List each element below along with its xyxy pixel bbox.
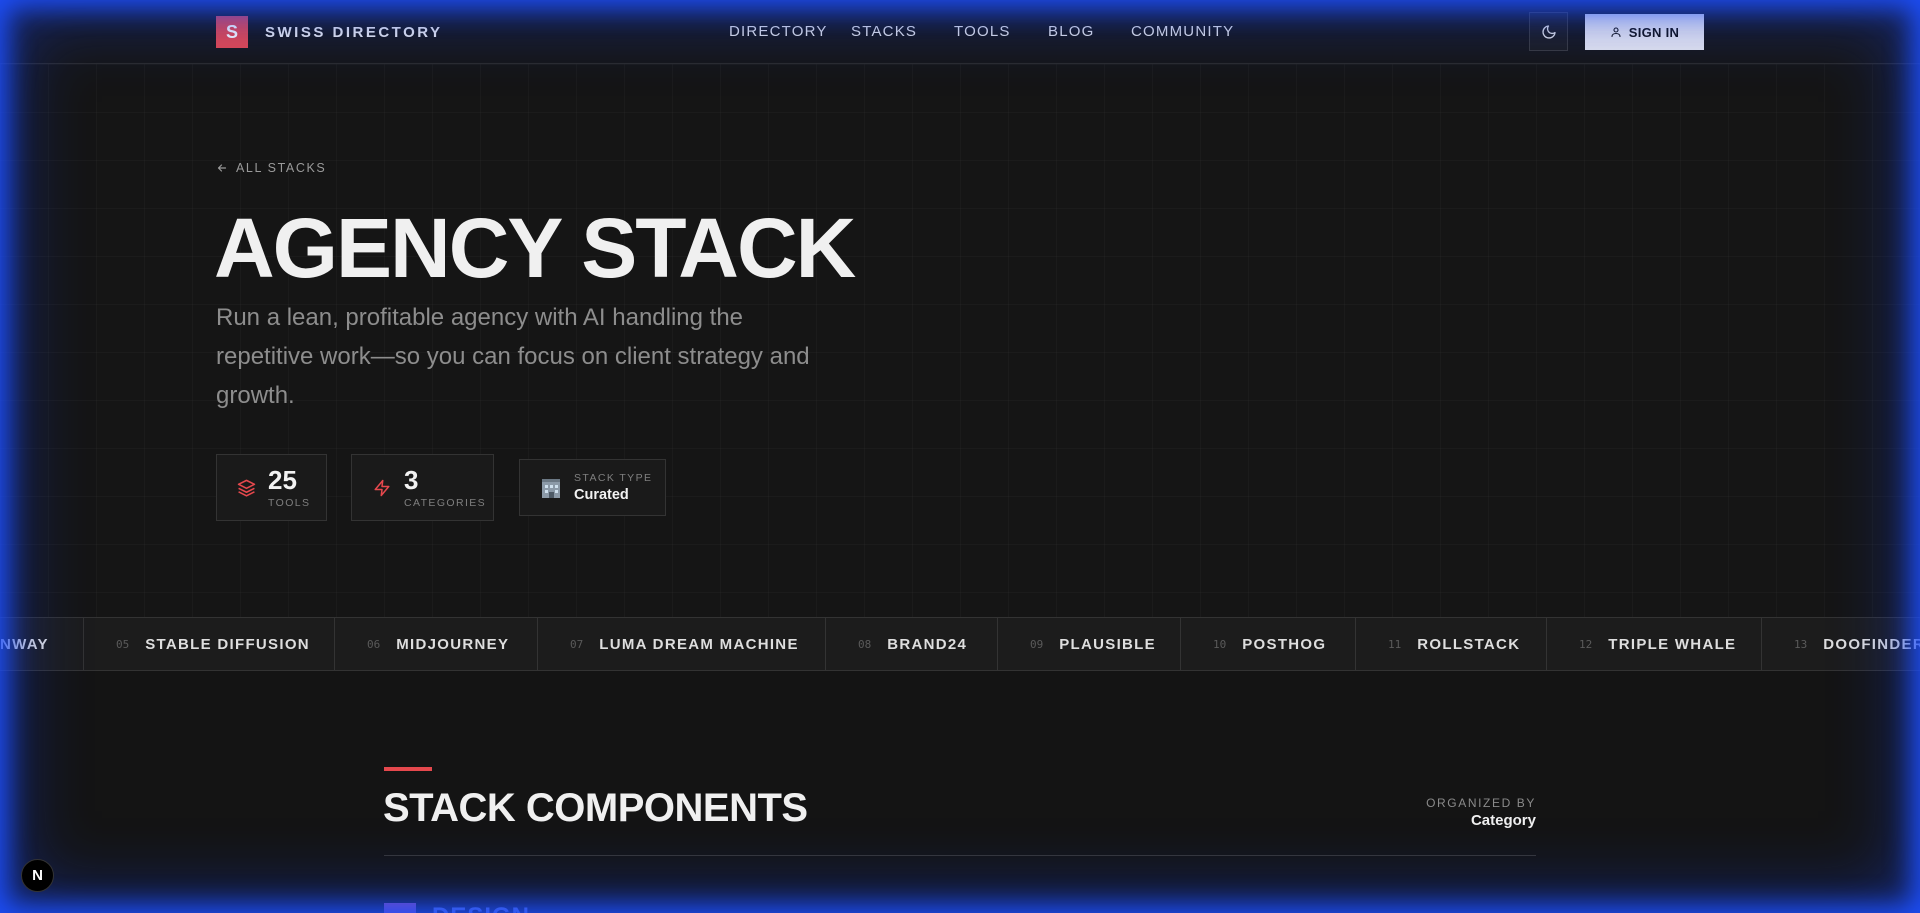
- stat-categories-label: CATEGORIES: [404, 496, 487, 509]
- logo-mark: S: [216, 16, 248, 48]
- ticker-item[interactable]: 10 POSTHOG: [1181, 618, 1356, 670]
- section-divider: [384, 855, 1536, 856]
- category-color-swatch: [384, 903, 416, 913]
- stat-stack-type-label: STACK TYPE: [574, 472, 653, 484]
- building-icon: [542, 478, 560, 498]
- ticker-item-name: DOOFINDER: [1823, 635, 1920, 653]
- page: S SWISS DIRECTORY DIRECTORY STACKS TOOLS…: [0, 0, 1920, 913]
- nav-tools[interactable]: TOOLS: [954, 23, 1009, 40]
- category-heading: DESIGN: [432, 903, 530, 913]
- organized-by-value: Category: [1470, 812, 1536, 829]
- nav-directory[interactable]: DIRECTORY: [729, 23, 826, 40]
- ticker-item-number: 11: [1388, 637, 1402, 651]
- ticker-item-name: LUMA DREAM MACHINE: [599, 635, 799, 653]
- main-nav: DIRECTORY STACKS TOOLS BLOG COMMUNITY: [729, 23, 1234, 40]
- logo-text: SWISS DIRECTORY: [265, 23, 443, 41]
- ticker-item[interactable]: NWAY: [0, 618, 84, 670]
- ticker-item[interactable]: 07 LUMA DREAM MACHINE: [538, 618, 826, 670]
- stat-stack-type-value: Curated: [574, 487, 629, 503]
- section-accent-bar: [384, 767, 432, 771]
- ticker-item[interactable]: 09 PLAUSIBLE: [998, 618, 1181, 670]
- ticker-item-name: TRIPLE WHALE: [1608, 635, 1737, 653]
- ticker-item[interactable]: 11 ROLLSTACK: [1356, 618, 1547, 670]
- ticker-item-number: 13: [1794, 637, 1808, 651]
- moon-icon: [1541, 24, 1556, 39]
- logo[interactable]: S SWISS DIRECTORY: [216, 16, 443, 48]
- tools-ticker: NWAY 05 STABLE DIFFUSION 06 MIDJOURNEY 0…: [0, 617, 1920, 671]
- ticker-item-name: ROLLSTACK: [1417, 635, 1521, 653]
- sign-in-button[interactable]: SIGN IN: [1585, 14, 1704, 50]
- ticker-item-number: 10: [1213, 637, 1227, 651]
- ticker-item[interactable]: 05 STABLE DIFFUSION: [84, 618, 335, 670]
- ticker-item-name: MIDJOURNEY: [396, 635, 510, 653]
- ticker-item[interactable]: 06 MIDJOURNEY: [335, 618, 538, 670]
- page-title: AGENCY STACK: [214, 201, 856, 295]
- sign-in-label: SIGN IN: [1628, 24, 1680, 40]
- nav-stacks[interactable]: STACKS: [851, 23, 916, 40]
- theme-toggle-button[interactable]: [1529, 12, 1568, 51]
- ticker-item-number: 12: [1579, 637, 1593, 651]
- ticker-item[interactable]: 12 TRIPLE WHALE: [1547, 618, 1762, 670]
- ticker-item-name: STABLE DIFFUSION: [145, 635, 310, 653]
- stat-tools-value: 25: [268, 464, 297, 495]
- nav-community[interactable]: COMMUNITY: [1131, 23, 1234, 40]
- ticker-item-number: 08: [858, 637, 872, 651]
- page-description: Run a lean, profitable agency with AI ha…: [216, 304, 810, 409]
- ticker-item-number: 06: [367, 637, 381, 651]
- ticker-item-number: 07: [570, 637, 584, 651]
- back-link-label: ALL STACKS: [236, 161, 327, 175]
- back-to-stacks-link[interactable]: ALL STACKS: [216, 161, 326, 175]
- organized-by-label: ORGANIZED BY: [1426, 796, 1536, 810]
- ticker-item-number: 05: [116, 637, 130, 651]
- stat-categories-value: 3: [404, 464, 419, 495]
- user-icon: [1611, 27, 1621, 38]
- layers-icon: [237, 479, 256, 497]
- nav-blog[interactable]: BLOG: [1048, 23, 1093, 40]
- ticker-item-name: POSTHOG: [1242, 635, 1327, 653]
- arrow-left-icon: [217, 164, 227, 172]
- ticker-item[interactable]: 13 DOOFINDER: [1762, 618, 1920, 670]
- dev-tools-badge[interactable]: N: [21, 859, 54, 892]
- ticker-item-name: NWAY: [0, 635, 49, 653]
- section-title: STACK COMPONENTS: [383, 786, 808, 830]
- stat-tools: 25 TOOLS: [216, 454, 327, 521]
- stat-stack-type: STACK TYPE Curated: [519, 459, 666, 516]
- ticker-item-number: 09: [1030, 637, 1044, 651]
- ticker-item[interactable]: 08 BRAND24: [826, 618, 998, 670]
- site-header: S SWISS DIRECTORY DIRECTORY STACKS TOOLS…: [0, 0, 1920, 64]
- ticker-item-name: PLAUSIBLE: [1059, 635, 1156, 653]
- bolt-icon: [374, 479, 390, 496]
- stat-categories: 3 CATEGORIES: [351, 454, 494, 521]
- ticker-item-name: BRAND24: [887, 635, 968, 653]
- stat-tools-label: TOOLS: [268, 496, 311, 509]
